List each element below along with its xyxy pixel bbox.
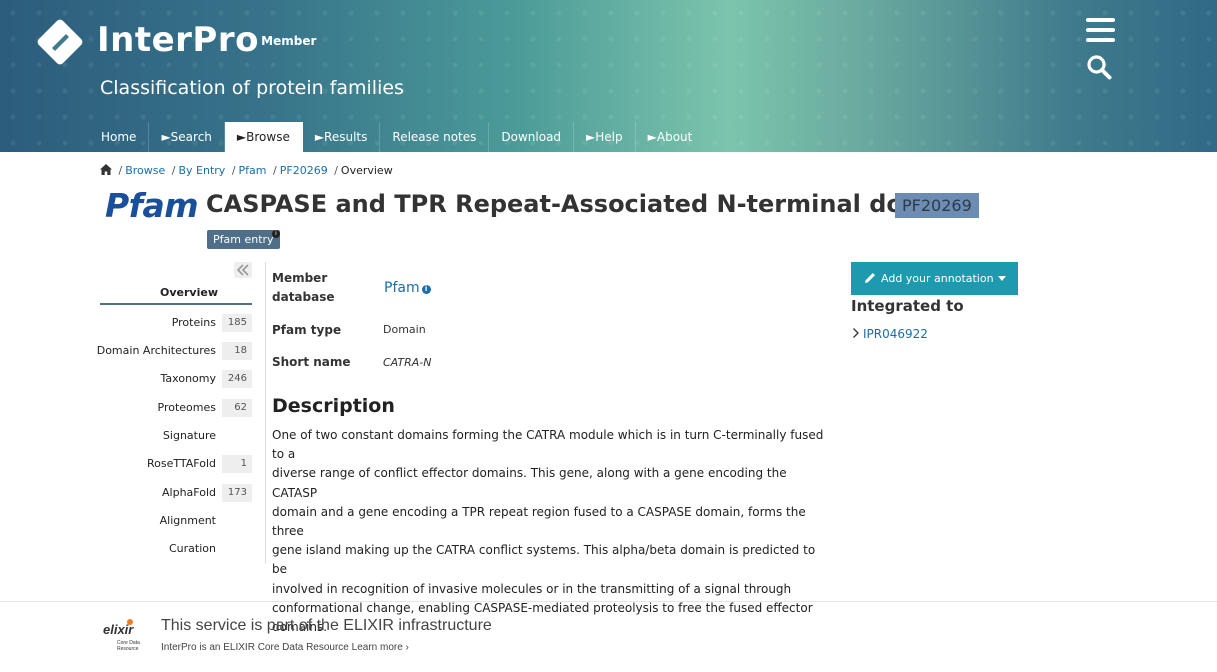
elixir-logo-icon[interactable]: elixir Core Data Resource: [101, 616, 145, 654]
sidebar-item-label: RoseTTAFold: [147, 457, 216, 470]
logo-text[interactable]: InterPro: [97, 20, 259, 60]
count-badge: 1: [222, 455, 252, 473]
sidebar-item-alphafold[interactable]: AlphaFold 173: [100, 484, 252, 502]
pfam-logo: Pfam: [105, 186, 199, 225]
accession-badge: PF20269: [895, 193, 979, 218]
pfam-type-label: Pfam type: [272, 323, 342, 337]
integrated-entry-link[interactable]: IPR046922: [851, 327, 928, 341]
hamburger-menu-icon[interactable]: [1086, 18, 1115, 42]
description-text: One of two constant domains forming the …: [272, 428, 824, 635]
main-nav: Home ►Search ►Browse ►Results Release no…: [89, 122, 704, 152]
sidebar-item-label: Taxonomy: [160, 372, 216, 385]
sidebar-item-label: Alignment: [159, 514, 216, 527]
sidebar-item-domain-architectures[interactable]: Domain Architectures 18: [96, 342, 252, 360]
footer-divider: [0, 601, 1217, 602]
count-badge: 173: [222, 484, 252, 502]
info-icon[interactable]: i: [421, 285, 431, 294]
sidebar-item-label: AlphaFold: [162, 486, 216, 499]
sidebar-item-proteins[interactable]: Proteins 185: [100, 314, 252, 332]
page-title: CASPASE and TPR Repeat-Associated N-term…: [206, 190, 970, 218]
nav-about[interactable]: ►About: [636, 122, 705, 152]
integrated-to-heading: Integrated to: [851, 297, 964, 315]
sidebar-item-label: Domain Architectures: [96, 344, 216, 357]
site-header: InterPro - Member Classification of prot…: [0, 0, 1217, 152]
site-tagline: Classification of protein families: [100, 77, 404, 99]
sidebar-divider: [265, 262, 266, 564]
pfam-type-value: Domain: [383, 323, 426, 336]
description-heading: Description: [272, 395, 395, 417]
entry-type-tag: Pfam entry: [207, 230, 280, 249]
add-annotation-button[interactable]: Add your annotation: [851, 262, 1018, 295]
sidebar-item-label: Proteins: [171, 316, 216, 329]
sidebar-item-proteomes[interactable]: Proteomes 62: [100, 399, 252, 417]
collapse-sidebar-icon[interactable]: [234, 262, 252, 278]
breadcrumb-by-entry[interactable]: By Entry: [179, 164, 226, 177]
sidebar-item-rosettafold[interactable]: RoseTTAFold 1: [100, 455, 252, 473]
pencil-icon: [865, 273, 875, 283]
sidebar-item-label: Proteomes: [157, 401, 216, 414]
sidebar-item-label: Signature: [162, 429, 216, 442]
breadcrumb-current: Overview: [340, 164, 393, 177]
count-badge: 18: [222, 342, 252, 360]
footer-learn-more-link[interactable]: InterPro is an ELIXIR Core Data Resource…: [161, 642, 409, 653]
sidebar-item-taxonomy[interactable]: Taxonomy 246: [100, 370, 252, 388]
sidebar-item-curation[interactable]: Curation: [100, 540, 252, 558]
member-database-link[interactable]: Pfam i: [384, 280, 431, 296]
count-badge: 246: [222, 370, 252, 388]
search-icon[interactable]: [1086, 54, 1112, 80]
nav-home[interactable]: Home: [89, 122, 150, 152]
nav-browse[interactable]: ►Browse: [224, 122, 303, 152]
sidebar-item-overview[interactable]: Overview: [100, 286, 252, 305]
nav-results[interactable]: ►Results: [303, 122, 381, 152]
count-badge: 62: [222, 399, 252, 417]
chevron-down-icon: [998, 276, 1006, 281]
short-name-value: CATRA-N: [383, 356, 432, 369]
info-icon[interactable]: i: [272, 230, 280, 238]
sidebar-item-signature[interactable]: Signature: [100, 427, 252, 445]
nav-release-notes[interactable]: Release notes: [380, 122, 490, 152]
svg-text:Resource: Resource: [117, 646, 139, 652]
breadcrumb-pfam[interactable]: Pfam: [239, 164, 267, 177]
breadcrumb-accession[interactable]: PF20269: [280, 164, 328, 177]
interpro-logo-icon[interactable]: [36, 18, 84, 66]
footer-title: This service is part of the ELIXIR infra…: [161, 617, 492, 634]
chevron-right-icon: [853, 328, 859, 338]
nav-download[interactable]: Download: [489, 122, 575, 152]
add-annotation-label: Add your annotation: [881, 272, 994, 285]
short-name-label: Short name: [272, 355, 351, 369]
member-database-label: Member database: [272, 271, 335, 304]
breadcrumb-browse[interactable]: Browse: [125, 164, 165, 177]
sidebar-item-label: Curation: [169, 542, 216, 555]
sidebar-item-alignment[interactable]: Alignment: [100, 512, 252, 530]
count-badge: 185: [222, 314, 252, 332]
breadcrumb: / Browse / By Entry / Pfam / PF20269 /Overvi…: [100, 164, 393, 177]
nav-search[interactable]: ►Search: [149, 122, 225, 152]
home-icon[interactable]: [100, 164, 112, 175]
logo-subtitle: - Member: [252, 34, 317, 48]
nav-help[interactable]: ►Help: [574, 122, 636, 152]
